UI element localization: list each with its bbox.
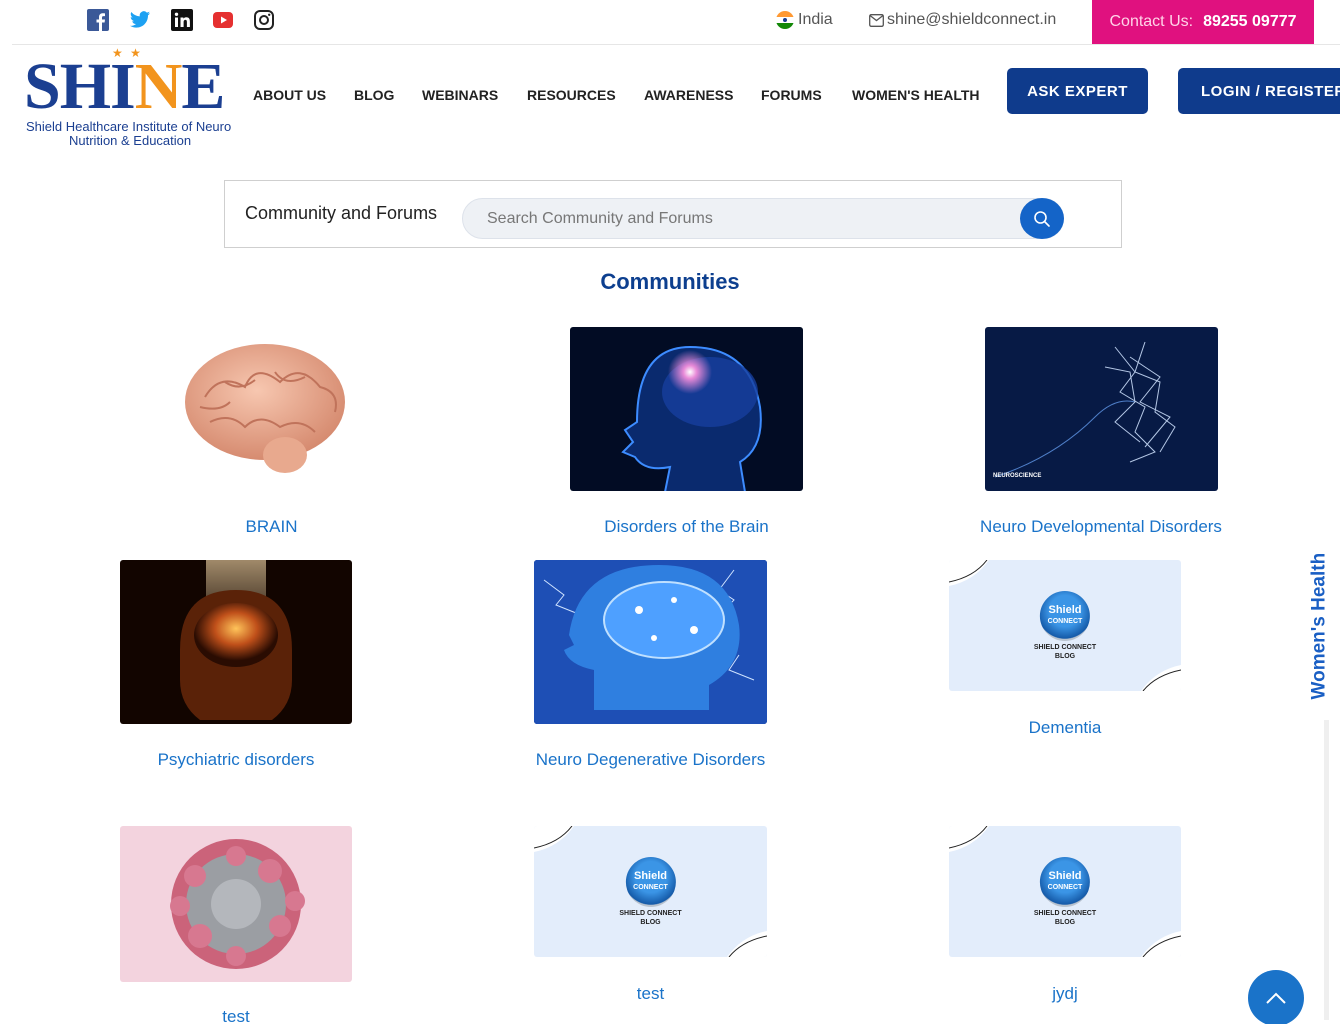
community-link-psychiatric-disorders[interactable]: Psychiatric disorders	[120, 750, 352, 770]
country-selector[interactable]: India	[776, 11, 833, 29]
search-panel-title: Community and Forums	[245, 203, 438, 223]
chevron-up-icon	[1266, 992, 1286, 1004]
community-link-disorders-of-the-brain[interactable]: Disorders of the Brain	[570, 517, 803, 537]
nav-blog[interactable]: BLOG	[354, 87, 394, 103]
cell-microscope-photo[interactable]	[120, 826, 352, 982]
shield-connect-blog-placeholder[interactable]: Shield CONNECT SHIELD CONNECT BLOG	[534, 826, 767, 957]
logo-tagline-line2: Nutrition & Education	[69, 133, 192, 148]
community-link-dementia[interactable]: Dementia	[949, 718, 1181, 738]
community-link-jydj[interactable]: jydj	[949, 984, 1181, 1004]
glowing-brain-photo[interactable]	[120, 560, 352, 724]
youtube-icon[interactable]	[212, 9, 234, 31]
india-flag-icon	[776, 11, 794, 29]
facebook-icon[interactable]	[87, 9, 109, 31]
top-bar: India shine@shieldconnect.in Contact Us:…	[12, 0, 1340, 45]
shield-connect-logo: Shield CONNECT	[1039, 856, 1090, 907]
community-search-input[interactable]	[462, 198, 1064, 239]
community-link-neuro-developmental[interactable]: Neuro Developmental Disorders	[950, 517, 1252, 537]
nav-about-us[interactable]: ABOUT US	[253, 87, 326, 103]
womens-health-side-tab[interactable]: Women's Health	[1304, 545, 1334, 700]
communities-heading: Communities	[600, 269, 740, 294]
community-link-test[interactable]: test	[120, 1007, 352, 1024]
neuron-network-photo[interactable]: NEUROSCIENCE	[985, 327, 1218, 491]
side-tab-label: Women's Health	[1308, 552, 1330, 700]
community-link-neuro-degenerative[interactable]: Neuro Degenerative Disorders	[500, 750, 801, 770]
nav-forums[interactable]: FORUMS	[761, 87, 822, 103]
community-link-test-2[interactable]: test	[534, 984, 767, 1004]
shield-connect-blog-placeholder[interactable]: Shield CONNECT SHIELD CONNECT BLOG	[949, 560, 1181, 691]
nav-womens-health[interactable]: WOMEN'S HEALTH	[852, 87, 980, 103]
shield-connect-logo: Shield CONNECT	[1039, 590, 1090, 641]
shield-connect-blog-placeholder[interactable]: Shield CONNECT SHIELD CONNECT BLOG	[949, 826, 1181, 957]
shine-logo[interactable]: ★ ★ SHINE Shield Healthcare Institute of…	[24, 46, 244, 150]
svg-text:NEUROSCIENCE: NEUROSCIENCE	[993, 473, 1041, 479]
nav-webinars[interactable]: WEBINARS	[422, 87, 498, 103]
community-link-brain[interactable]: BRAIN	[155, 517, 388, 537]
logo-wordmark: SHINE	[24, 50, 225, 123]
mail-icon	[869, 13, 884, 27]
login-register-button[interactable]: LOGIN / REGISTER	[1178, 68, 1340, 114]
brain-photo[interactable]	[155, 327, 388, 491]
contact-number: 89255 09777	[1203, 13, 1297, 30]
scrollbar-track[interactable]	[1324, 720, 1329, 1020]
logo-tagline-line1: Shield Healthcare Institute of Neuro	[26, 119, 232, 134]
electric-brain-photo[interactable]	[534, 560, 767, 724]
instagram-icon[interactable]	[253, 9, 275, 31]
email-link[interactable]: shine@shieldconnect.in	[869, 11, 1056, 29]
scroll-to-top-button[interactable]	[1248, 970, 1304, 1024]
nav-awareness[interactable]: AWARENESS	[644, 87, 733, 103]
twitter-icon[interactable]	[129, 9, 151, 31]
email-address: shine@shieldconnect.in	[887, 11, 1057, 28]
country-label: India	[798, 11, 833, 28]
contact-us-button[interactable]: Contact Us: 89255 09777	[1092, 0, 1314, 44]
nav-resources[interactable]: RESOURCES	[527, 87, 616, 103]
search-icon	[1034, 210, 1050, 227]
ask-expert-button[interactable]: ASK EXPERT	[1007, 68, 1148, 114]
head-scan-photo[interactable]	[570, 327, 803, 491]
search-button[interactable]	[1020, 198, 1064, 239]
community-search-panel: Community and Forums	[224, 180, 1122, 248]
contact-label: Contact Us:	[1109, 13, 1194, 30]
shield-connect-logo: Shield CONNECT	[625, 856, 676, 907]
linkedin-icon[interactable]	[171, 9, 193, 31]
